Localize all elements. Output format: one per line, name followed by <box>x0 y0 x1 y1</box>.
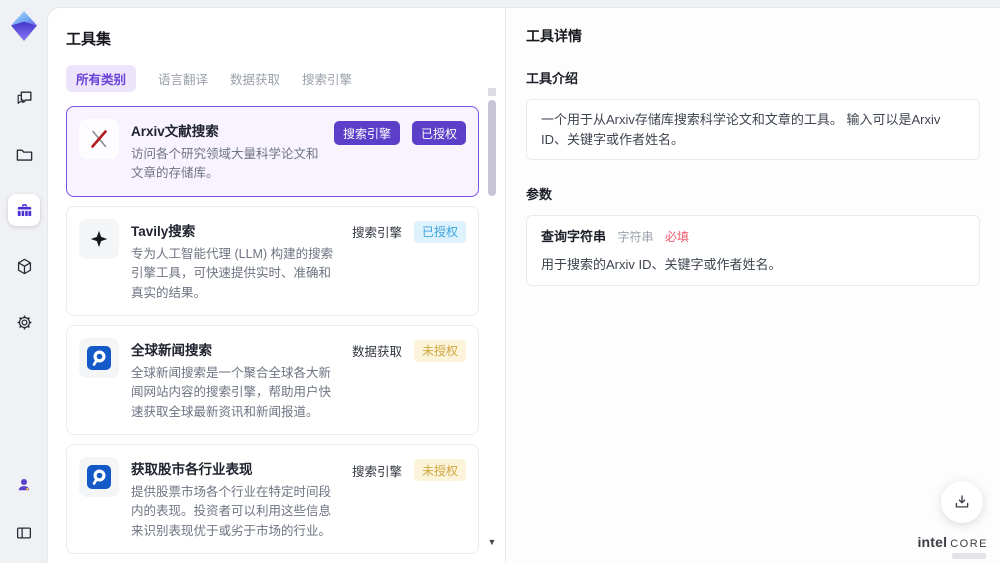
auth-status-badge: 未授权 <box>413 339 466 362</box>
tool-title: Arxiv文献搜索 <box>131 124 219 139</box>
main-panel: 工具集 所有类别 语言翻译 数据获取 搜索引擎 Arxiv文献搜索 访问各个研究… <box>48 8 1000 563</box>
auth-status-badge: 已授权 <box>413 220 466 243</box>
app-logo[interactable] <box>6 8 42 44</box>
arxiv-icon <box>79 119 119 159</box>
blue-search-logo-icon <box>79 337 119 378</box>
scrollbar-thumb[interactable] <box>488 100 496 196</box>
tab-language-translation[interactable]: 语言翻译 <box>158 65 208 92</box>
tool-title: 获取股市各行业表现 <box>131 462 253 477</box>
param-type: 字符串 <box>617 230 654 244</box>
tool-card-list: Arxiv文献搜索 访问各个研究领域大量科学论文和文章的存储库。 搜索引擎 已授… <box>66 106 479 558</box>
download-button[interactable] <box>941 481 983 523</box>
tab-all-categories[interactable]: 所有类别 <box>66 65 137 92</box>
param-box: 查询字符串 字符串 必填 用于搜索的Arxiv ID、关键字或作者姓名。 <box>526 215 980 286</box>
panel-toggle-icon[interactable] <box>8 517 40 549</box>
tool-detail-pane: 工具详情 工具介绍 一个用于从Arxiv存储库搜索科学论文和文章的工具。 输入可… <box>505 8 1000 563</box>
scroll-down-button[interactable]: ▼ <box>487 537 497 547</box>
tool-card-global-news[interactable]: 全球新闻搜索 全球新闻搜索是一个聚合全球各大新闻网站内容的搜索引擎，帮助用户快速… <box>66 324 479 435</box>
blue-search-logo-icon <box>79 457 119 497</box>
tool-desc: 提供股票市场各个行业在特定时间段内的表现。投资者可以利用这些信息来识别表现优于或… <box>131 485 332 538</box>
tool-desc: 全球新闻搜索是一个聚合全球各大新闻网站内容的搜索引擎，帮助用户快速获取全球最新资… <box>131 365 332 419</box>
page-title: 工具集 <box>66 31 112 48</box>
folder-icon[interactable] <box>8 138 40 170</box>
category-label: 数据获取 <box>351 345 402 360</box>
settings-icon[interactable] <box>8 306 40 338</box>
param-desc: 用于搜索的Arxiv ID、关键字或作者姓名。 <box>541 257 782 272</box>
tool-desc: 访问各个研究领域大量科学论文和文章的存储库。 <box>131 147 319 181</box>
auth-status-badge: 已授权 <box>411 121 466 145</box>
tavily-star-icon <box>79 218 119 259</box>
params-heading: 参数 <box>526 187 553 202</box>
package-icon[interactable] <box>8 250 40 282</box>
tool-card-sector-performance[interactable]: 获取股市各行业表现 提供股票市场各个行业在特定时间段内的表现。投资者可以利用这些… <box>66 444 479 555</box>
intel-core-logo: intel CORE <box>917 534 988 550</box>
tab-search-engine[interactable]: 搜索引擎 <box>302 65 352 92</box>
intel-core-logo-sub <box>952 553 986 559</box>
scroll-up-button[interactable] <box>488 88 496 96</box>
tool-list-pane: 工具集 所有类别 语言翻译 数据获取 搜索引擎 Arxiv文献搜索 访问各个研究… <box>48 8 505 563</box>
tool-desc: 专为人工智能代理 (LLM) 构建的搜索引擎工具，可快速提供实时、准确和真实的结… <box>131 246 334 300</box>
category-label: 搜索引擎 <box>351 464 402 479</box>
param-required-label: 必填 <box>664 230 689 244</box>
left-rail <box>0 0 48 563</box>
tool-title: 全球新闻搜索 <box>131 342 212 358</box>
category-label: 搜索引擎 <box>351 226 402 241</box>
intro-heading: 工具介绍 <box>526 71 579 86</box>
tool-card-tavily[interactable]: Tavily搜索 专为人工智能代理 (LLM) 构建的搜索引擎工具，可快速提供实… <box>66 205 479 316</box>
tool-title: Tavily搜索 <box>131 223 196 239</box>
category-tabs: 所有类别 语言翻译 数据获取 搜索引擎 <box>66 65 479 92</box>
core-logo-text: CORE <box>950 538 988 550</box>
intro-box: 一个用于从Arxiv存储库搜索科学论文和文章的工具。 输入可以是Arxiv ID… <box>526 99 980 160</box>
list-scrollbar[interactable]: ▼ <box>487 88 497 561</box>
tab-data-fetch[interactable]: 数据获取 <box>230 65 280 92</box>
chat-icon[interactable] <box>8 82 40 114</box>
category-badge: 搜索引擎 <box>333 121 400 145</box>
intel-logo-text: intel <box>917 534 948 550</box>
detail-title: 工具详情 <box>526 28 582 44</box>
toolbox-icon-active[interactable] <box>8 194 40 226</box>
auth-status-badge: 未授权 <box>413 459 466 481</box>
param-name: 查询字符串 <box>541 229 607 244</box>
user-avatar-icon[interactable] <box>8 469 40 501</box>
tool-card-arxiv[interactable]: Arxiv文献搜索 访问各个研究领域大量科学论文和文章的存储库。 搜索引擎 已授… <box>66 106 479 197</box>
